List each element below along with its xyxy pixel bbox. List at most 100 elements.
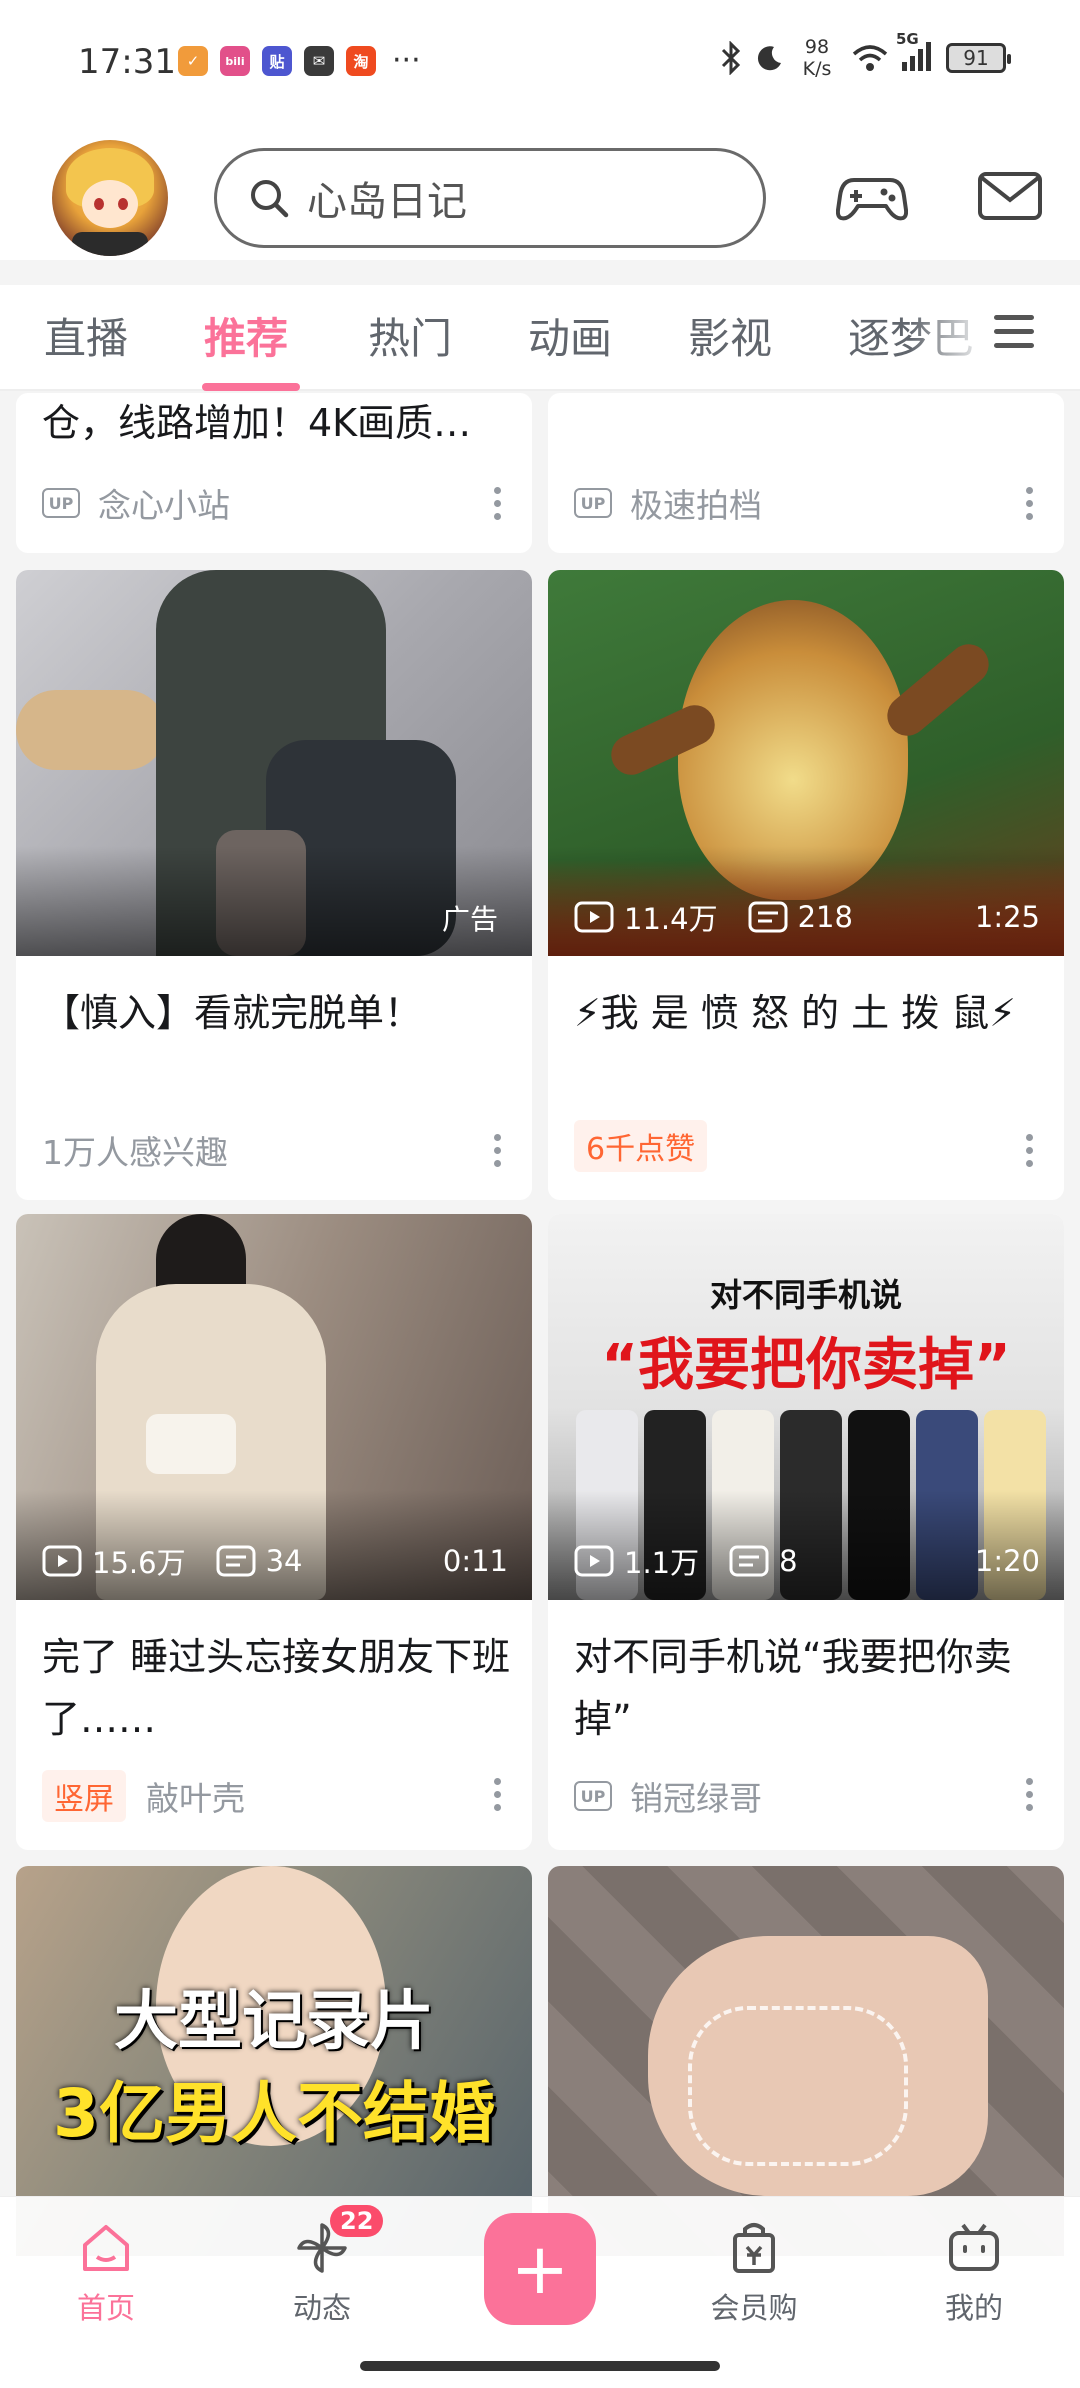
- tab-live[interactable]: 直播: [44, 305, 128, 366]
- video-title: ⚡我 是 愤 怒 的 土 拨 鼠⚡: [574, 991, 1016, 1035]
- search-bar[interactable]: 心岛日记: [214, 148, 766, 248]
- more-options-icon[interactable]: [494, 1134, 502, 1173]
- video-meta: 竖屏 敲叶壳: [42, 1770, 245, 1822]
- comment-count: 218: [797, 900, 853, 934]
- more-notifications: ···: [392, 43, 421, 78]
- thumb-subtitle: 3亿男人不结婚: [53, 2075, 495, 2152]
- tab-hot[interactable]: 热门: [368, 305, 452, 366]
- app-tieba-icon: 贴: [262, 46, 292, 76]
- thumb-title: 对不同手机说: [709, 1276, 902, 1314]
- more-options-icon[interactable]: [494, 487, 502, 526]
- home-icon: [83, 2225, 129, 2271]
- video-stats: 15.6万 34 0:11: [42, 1540, 508, 1582]
- more-options-icon[interactable]: [1026, 1134, 1034, 1173]
- video-title: 【慎入】看就完脱单！: [42, 991, 423, 1035]
- wechat-icon: ✉: [304, 46, 334, 76]
- ad-label: 广告: [441, 903, 498, 936]
- nav-dynamic[interactable]: 22 动态: [262, 2205, 384, 2327]
- notification-icons: ✓ bili 贴 ✉ 淘 ···: [178, 46, 421, 76]
- video-meta: 6千点赞: [574, 1120, 727, 1172]
- video-card-partial-left[interactable]: 仓，线路增加！4K画质… UP 念心小站: [16, 393, 532, 553]
- gesture-bar[interactable]: [360, 2361, 720, 2371]
- thumb-quote: “我要把你卖掉”: [601, 1333, 1011, 1398]
- up-badge: UP: [574, 488, 612, 518]
- status-right: 98 K/s 5G 91: [718, 30, 1011, 80]
- status-bar: 17:31 ✓ bili 贴 ✉ 淘 ··· 98 K/s 5G 91: [0, 0, 1080, 130]
- user-avatar[interactable]: [52, 140, 168, 256]
- nav-mine[interactable]: 我的: [914, 2217, 1034, 2327]
- moon-icon: [757, 46, 781, 71]
- wifi-icon: [852, 45, 888, 71]
- more-options-icon[interactable]: [1026, 487, 1034, 526]
- video-thumbnail: 广告: [16, 570, 532, 956]
- notification-badge: 22: [330, 2205, 384, 2237]
- video-card[interactable]: 11.4万 218 1:25 ⚡我 是 愤 怒 的 土 拨 鼠⚡ 6千点赞: [548, 570, 1064, 1200]
- author-name[interactable]: 销冠绿哥: [630, 1772, 762, 1820]
- thumb-table: [16, 690, 166, 770]
- cell-signal: 5G: [896, 30, 936, 76]
- danmaku-icon: [748, 901, 788, 933]
- danmaku-icon: [216, 1545, 256, 1577]
- bottom-navigation: 首页 22 动态 + 会员购 我的: [0, 2196, 1080, 2388]
- avatar-body: [72, 232, 148, 256]
- comment-count: 8: [779, 1544, 798, 1578]
- video-thumbnail: 对不同手机说 “我要把你卖掉” 1.1万 8 1:20: [548, 1214, 1064, 1600]
- author-name[interactable]: 极速拍档: [630, 479, 762, 527]
- tv-icon: [949, 2223, 999, 2271]
- more-options-icon[interactable]: [1026, 1778, 1034, 1817]
- nav-home[interactable]: 首页: [46, 2217, 166, 2327]
- video-stats: 1.1万 8 1:20: [574, 1540, 1040, 1582]
- danmaku-icon: [729, 1545, 769, 1577]
- likes-pill: 6千点赞: [574, 1120, 708, 1172]
- tab-menu-icon[interactable]: [994, 315, 1034, 355]
- status-time: 17:31: [78, 42, 176, 82]
- search-icon: [251, 180, 289, 218]
- avatar-eye: [118, 198, 128, 210]
- video-duration: 0:11: [442, 1544, 508, 1578]
- thumb-handbag: [146, 1414, 236, 1474]
- video-card[interactable]: 15.6万 34 0:11 完了 睡过头忘接女朋友下班了…… 竖屏 敲叶壳: [16, 1214, 532, 1850]
- more-options-icon[interactable]: [494, 1778, 502, 1817]
- video-stats: 11.4万 218 1:25: [574, 896, 1040, 938]
- video-duration: 1:20: [974, 1544, 1040, 1578]
- active-tab-indicator: [202, 383, 300, 391]
- app-taobao-icon: 淘: [346, 46, 376, 76]
- author-name[interactable]: 念心小站: [98, 479, 230, 527]
- vertical-screen-pill: 竖屏: [42, 1770, 126, 1822]
- video-card[interactable]: 广告 【慎入】看就完脱单！ 1万人感兴趣: [16, 570, 532, 1200]
- gamepad-icon[interactable]: [836, 160, 908, 232]
- view-count: 15.6万: [92, 1546, 186, 1580]
- avatar-eye: [94, 198, 104, 210]
- comment-count: 34: [265, 1544, 303, 1578]
- author-name[interactable]: 敲叶壳: [146, 1772, 245, 1820]
- mail-icon[interactable]: [974, 160, 1046, 232]
- video-meta: UP 念心小站: [42, 479, 230, 527]
- shopping-bag-icon: [733, 2223, 775, 2273]
- video-card-partial-right[interactable]: UP 极速拍档: [548, 393, 1064, 553]
- play-count-icon: [42, 1545, 82, 1577]
- battery-indicator: 91: [946, 43, 1011, 73]
- app-shield-icon: ✓: [178, 46, 208, 76]
- tab-recommend[interactable]: 推荐: [204, 305, 288, 366]
- bluetooth-icon: [721, 41, 741, 75]
- tab-animation[interactable]: 动画: [528, 305, 612, 366]
- nav-member-shop[interactable]: 会员购: [694, 2217, 814, 2327]
- play-count-icon: [574, 901, 614, 933]
- play-count-icon: [574, 1545, 614, 1577]
- up-badge: UP: [574, 1781, 612, 1811]
- video-thumbnail: 15.6万 34 0:11: [16, 1214, 532, 1600]
- video-title: 仓，线路增加！4K画质…: [42, 401, 472, 445]
- app-bilibili-icon: bili: [220, 46, 250, 76]
- video-meta: UP 销冠绿哥: [574, 1772, 762, 1820]
- view-count: 1.1万: [624, 1546, 700, 1580]
- view-count: 11.4万: [624, 902, 718, 936]
- video-thumbnail: 11.4万 218 1:25: [548, 570, 1064, 956]
- video-card[interactable]: 对不同手机说 “我要把你卖掉” 1.1万 8 1:20 对不同手机说“我要把你卖…: [548, 1214, 1064, 1850]
- search-placeholder: 心岛日记: [307, 179, 467, 225]
- video-title: 对不同手机说“我要把你卖掉”: [574, 1635, 1012, 1741]
- video-meta: 1万人感兴趣: [42, 1133, 228, 1172]
- tab-film[interactable]: 影视: [688, 305, 772, 366]
- tab-fade: [910, 285, 990, 389]
- up-badge: UP: [42, 488, 80, 518]
- upload-button[interactable]: +: [484, 2213, 596, 2325]
